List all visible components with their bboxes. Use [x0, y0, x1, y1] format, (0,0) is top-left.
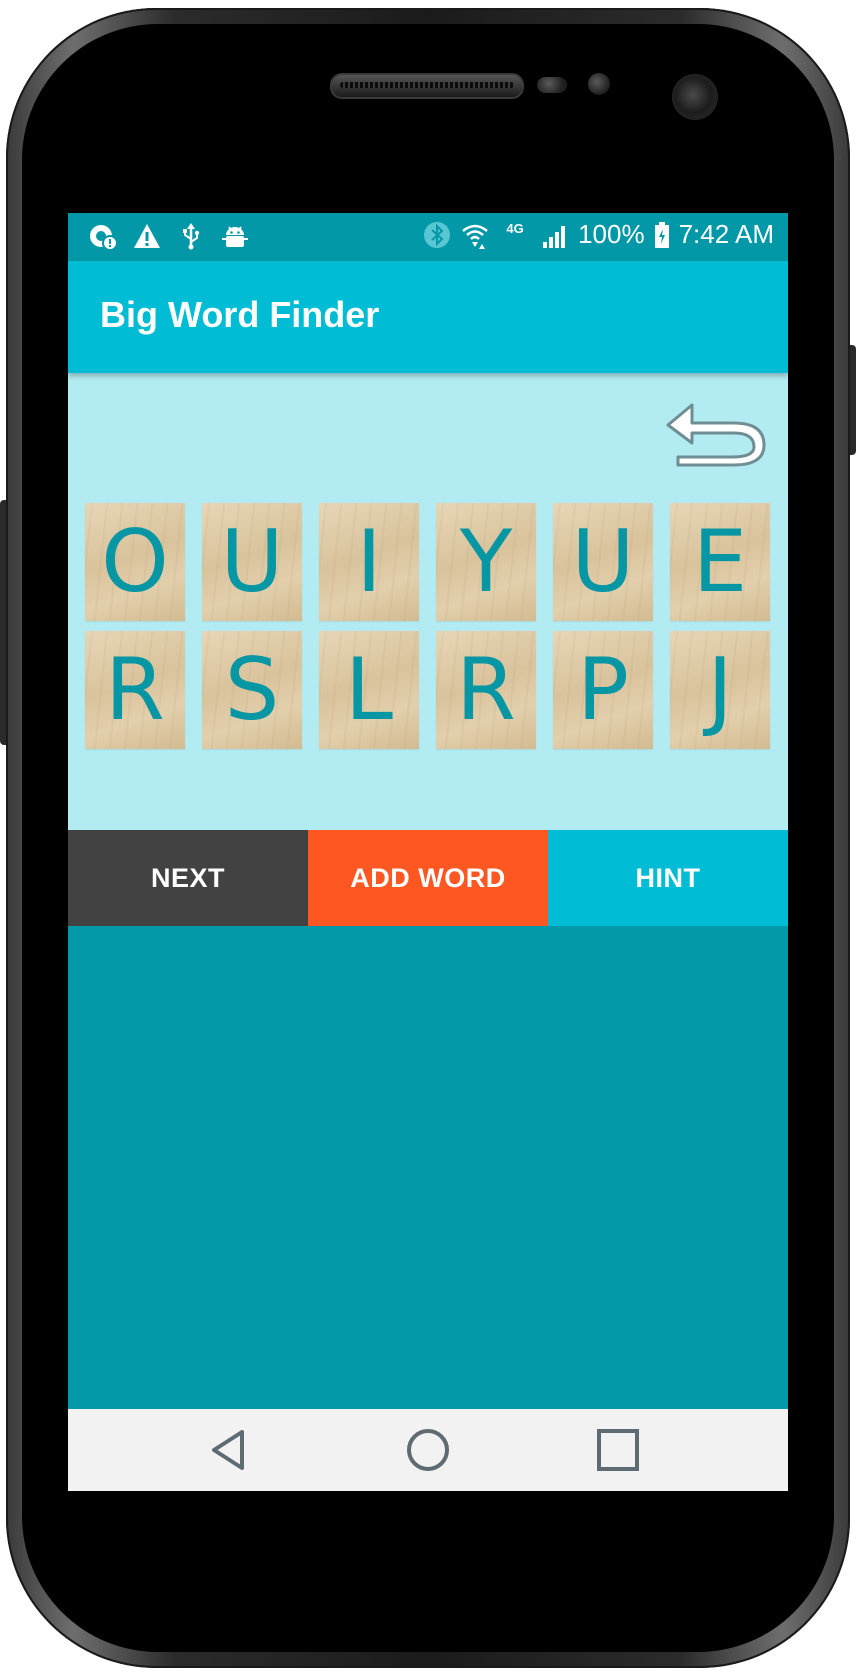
battery-icon: [653, 220, 671, 250]
tile-letter: L: [345, 640, 393, 740]
proximity-sensor: [537, 77, 567, 93]
letter-tile[interactable]: R: [436, 631, 536, 749]
tile-letter: O: [101, 512, 169, 612]
tile-letter: R: [456, 640, 516, 740]
next-button[interactable]: NEXT: [68, 830, 308, 926]
hint-button[interactable]: HINT: [548, 830, 788, 926]
android-debug-icon: [220, 221, 250, 251]
tile-letter: P: [577, 640, 629, 740]
tile-letter: J: [707, 640, 733, 740]
bluetooth-icon: [422, 220, 452, 250]
back-icon: [212, 1430, 244, 1470]
letter-tile[interactable]: U: [202, 503, 302, 621]
found-words-area: [68, 926, 788, 1409]
screen: 4G 100% 7:42 AM Big Word Finder O U I Y …: [68, 213, 788, 1491]
undo-icon: [666, 403, 766, 467]
letter-board: OUIYUERSLRPJ: [68, 373, 788, 830]
letter-tile[interactable]: J: [670, 631, 770, 749]
data-saver-icon: [88, 221, 118, 251]
action-bar: NEXT ADD WORD HINT: [68, 830, 788, 926]
letter-tile[interactable]: E: [670, 503, 770, 621]
warning-icon: [132, 221, 162, 251]
tile-letter: U: [571, 512, 635, 612]
battery-percent: 100%: [578, 219, 645, 249]
recents-button[interactable]: [568, 1409, 668, 1491]
tile-letter: I: [356, 512, 382, 612]
undo-button[interactable]: [662, 399, 772, 469]
network-type-label: 4G: [506, 220, 524, 236]
signal-icon: [540, 220, 570, 250]
lte-icon: 4G: [498, 220, 532, 250]
status-system: 4G 100% 7:42 AM: [422, 219, 774, 250]
tile-letter: R: [105, 640, 165, 740]
letter-tile[interactable]: S: [202, 631, 302, 749]
letter-tile[interactable]: P: [553, 631, 653, 749]
tile-letter: U: [220, 512, 284, 612]
light-sensor: [588, 73, 610, 95]
letter-tile[interactable]: R: [85, 631, 185, 749]
app-title: Big Word Finder: [100, 294, 380, 335]
status-bar: 4G 100% 7:42 AM: [68, 213, 788, 261]
home-icon: [407, 1429, 449, 1471]
app-bar: Big Word Finder: [68, 261, 788, 373]
recents-icon: [597, 1429, 639, 1471]
earpiece-speaker: [330, 73, 524, 99]
usb-icon: [176, 221, 206, 251]
device-frame: 4G 100% 7:42 AM Big Word Finder O U I Y …: [0, 0, 856, 1676]
tile-letter: Y: [459, 512, 513, 612]
tile-letter: S: [224, 640, 280, 740]
letter-tile[interactable]: L: [319, 631, 419, 749]
navigation-bar: [68, 1409, 788, 1491]
letter-tiles: OUIYUERSLRPJ: [85, 503, 771, 749]
letter-tile[interactable]: I: [319, 503, 419, 621]
wifi-icon: [460, 220, 490, 250]
letter-tile[interactable]: O: [85, 503, 185, 621]
status-notifications: [88, 221, 250, 251]
clock: 7:42 AM: [678, 219, 774, 249]
add-word-button[interactable]: ADD WORD: [308, 830, 548, 926]
front-camera: [672, 74, 718, 120]
letter-tile[interactable]: U: [553, 503, 653, 621]
tile-letter: E: [692, 512, 748, 612]
letter-tile[interactable]: Y: [436, 503, 536, 621]
back-button[interactable]: [178, 1409, 278, 1491]
home-button[interactable]: [378, 1409, 478, 1491]
